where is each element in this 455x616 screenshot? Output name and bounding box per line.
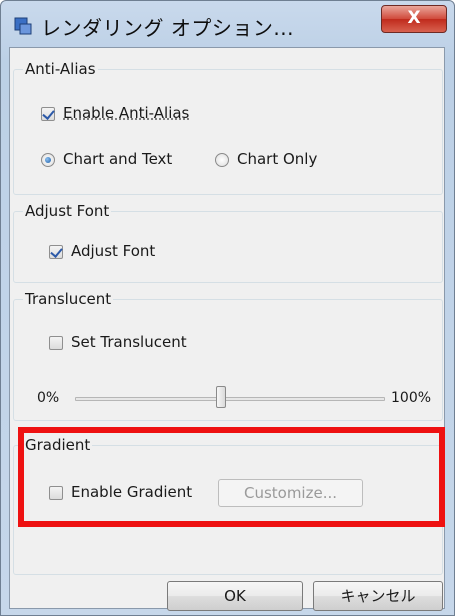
red-highlight-box — [18, 427, 445, 527]
translucency-slider-track[interactable] — [75, 397, 385, 401]
app-icon — [14, 17, 32, 35]
set-translucent-label[interactable]: Set Translucent — [71, 333, 187, 351]
ok-button[interactable]: OK — [167, 581, 303, 611]
radio-chart-only-label[interactable]: Chart Only — [237, 150, 317, 168]
anti-alias-group — [13, 69, 443, 195]
set-translucent-checkbox[interactable] — [49, 336, 63, 350]
close-button[interactable]: X — [381, 5, 447, 33]
enable-anti-alias-checkbox[interactable] — [41, 107, 55, 121]
adjust-font-label[interactable]: Adjust Font — [71, 242, 155, 260]
radio-chart-and-text[interactable] — [41, 153, 55, 167]
rendering-options-dialog: レンダリング オプション... X Anti-Alias Enable Anti… — [0, 0, 455, 616]
slider-min-label: 0% — [37, 390, 60, 406]
translucent-group-title: Translucent — [23, 290, 114, 308]
radio-chart-and-text-label[interactable]: Chart and Text — [63, 150, 172, 168]
radio-chart-only[interactable] — [215, 153, 229, 167]
close-icon: X — [407, 8, 421, 28]
slider-max-label: 100% — [391, 390, 432, 406]
translucent-group — [13, 299, 443, 421]
translucency-slider-thumb[interactable] — [216, 386, 226, 408]
window-title: レンダリング オプション... — [41, 16, 294, 40]
anti-alias-group-title: Anti-Alias — [23, 60, 98, 78]
title-bar[interactable]: レンダリング オプション... X — [1, 1, 454, 47]
enable-anti-alias-label[interactable]: Enable Anti-Alias — [63, 104, 189, 122]
adjust-font-checkbox[interactable] — [49, 245, 63, 259]
cancel-button[interactable]: キャンセル — [313, 581, 443, 611]
adjust-font-group-title: Adjust Font — [23, 202, 112, 220]
